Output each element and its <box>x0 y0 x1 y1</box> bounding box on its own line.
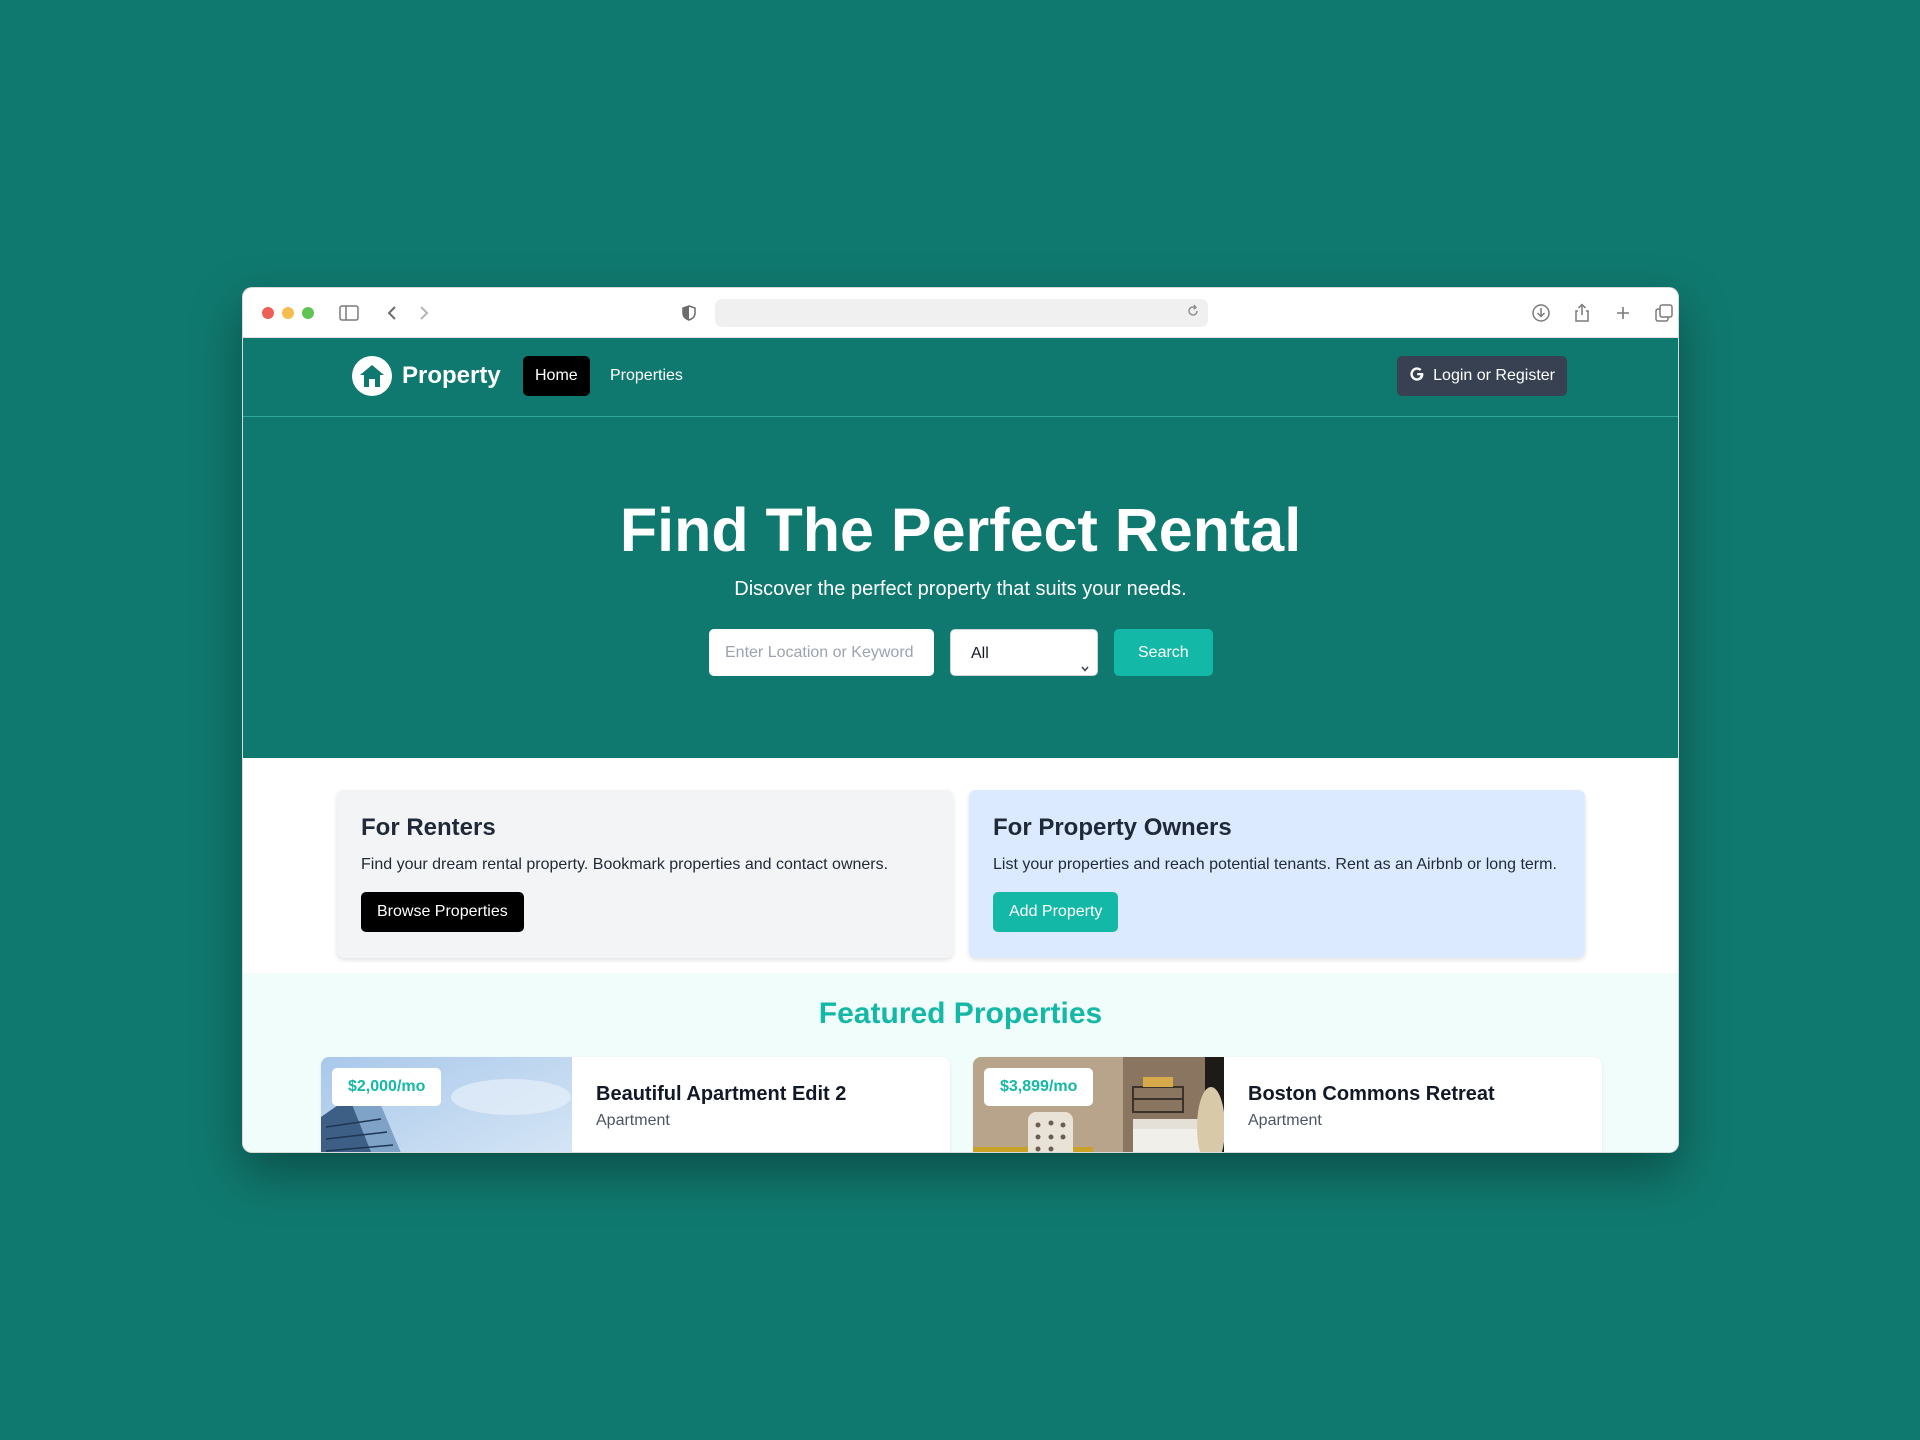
renters-card-text: Find your dream rental property. Bookmar… <box>361 856 889 873</box>
login-register-label: Login or Register <box>1433 367 1555 384</box>
property-type-selected: All <box>971 645 989 662</box>
property-type-select[interactable]: All <box>950 629 1098 676</box>
browser-window: Property Home Properties Login or Regist… <box>242 287 1679 1153</box>
address-bar[interactable] <box>715 299 1208 327</box>
featured-title: Featured Properties <box>818 997 1103 1030</box>
google-icon <box>1409 366 1425 387</box>
renters-card-title: For Renters <box>361 814 496 841</box>
search-form: All Search <box>709 629 1213 676</box>
share-icon[interactable] <box>1570 301 1594 325</box>
location-search-input[interactable] <box>709 629 934 676</box>
property-card[interactable]: $2,000/mo Beautiful Apartment Edit 2 Apa… <box>321 1057 950 1152</box>
login-register-button[interactable]: Login or Register <box>1397 356 1567 396</box>
property-name[interactable]: Beautiful Apartment Edit 2 <box>596 1083 846 1106</box>
owners-card-text: List your properties and reach potential… <box>993 856 1557 873</box>
property-type: Apartment <box>1248 1112 1322 1129</box>
plus-icon[interactable] <box>1611 301 1635 325</box>
page-content: Property Home Properties Login or Regist… <box>243 338 1678 1152</box>
property-image[interactable]: $2,000/mo <box>321 1057 572 1152</box>
reload-icon[interactable] <box>1186 304 1202 320</box>
sidebar-icon[interactable] <box>337 301 361 325</box>
property-name[interactable]: Boston Commons Retreat <box>1248 1083 1495 1106</box>
property-card[interactable]: $3,899/mo Boston Commons Retreat Apartme… <box>973 1057 1602 1152</box>
nav-link-properties[interactable]: Properties <box>610 356 683 396</box>
owners-card-title: For Property Owners <box>993 814 1232 841</box>
property-image[interactable]: $3,899/mo <box>973 1057 1224 1152</box>
download-icon[interactable] <box>1529 301 1553 325</box>
browser-toolbar <box>243 288 1678 338</box>
price-badge: $3,899/mo <box>984 1068 1094 1106</box>
price-badge: $2,000/mo <box>332 1068 442 1106</box>
hero-subtitle: Discover the perfect property that suits… <box>734 578 1187 600</box>
window-controls <box>262 307 314 319</box>
chevron-down-icon <box>1079 647 1091 672</box>
add-property-button[interactable]: Add Property <box>993 892 1119 932</box>
search-button[interactable]: Search <box>1114 629 1213 676</box>
chevron-right-icon[interactable] <box>412 301 436 325</box>
chevron-left-icon[interactable] <box>380 301 404 325</box>
hero-title: Find The Perfect Rental <box>619 496 1302 564</box>
house-icon <box>352 356 392 396</box>
brand-name: Property <box>402 362 501 389</box>
maximize-window-button[interactable] <box>302 307 314 319</box>
minimize-window-button[interactable] <box>282 307 294 319</box>
renters-card: For Renters Find your dream rental prope… <box>337 790 953 958</box>
close-window-button[interactable] <box>262 307 274 319</box>
top-navbar: Property Home Properties Login or Regist… <box>243 338 1678 417</box>
tabs-icon[interactable] <box>1652 301 1676 325</box>
nav-link-home[interactable]: Home <box>523 356 590 396</box>
info-cards-section: For Renters Find your dream rental prope… <box>243 758 1678 973</box>
owners-card: For Property Owners List your properties… <box>969 790 1585 958</box>
property-type: Apartment <box>596 1112 670 1129</box>
featured-properties-section: Featured Properties $2,000/mo Beautiful … <box>243 973 1678 1152</box>
hero-section: Find The Perfect Rental Discover the per… <box>243 417 1678 758</box>
shield-icon <box>677 301 701 325</box>
brand-logo[interactable]: Property <box>352 356 501 396</box>
browse-properties-button[interactable]: Browse Properties <box>361 892 524 932</box>
